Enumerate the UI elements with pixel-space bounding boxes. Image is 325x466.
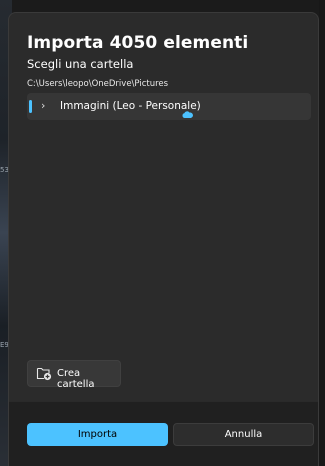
cancel-button[interactable]: Annulla (173, 423, 314, 446)
folder-path: C:\Users\leopo\OneDrive\Pictures (27, 79, 169, 89)
create-folder-button[interactable]: Crea cartella (27, 360, 121, 390)
dialog-footer: Importa Annulla (9, 401, 318, 466)
background-edge (319, 0, 325, 466)
create-folder-label: Crea cartella (57, 368, 95, 390)
import-dialog: Importa 4050 elementi Scegli una cartell… (8, 12, 319, 466)
tree-item-immagini[interactable]: › Immagini (Leo - Personale) (27, 93, 311, 120)
onedrive-cloud-icon (182, 103, 193, 122)
new-folder-icon (36, 366, 52, 385)
dialog-title: Importa 4050 elementi (27, 33, 249, 53)
import-button[interactable]: Importa (27, 423, 168, 446)
dialog-subtitle: Scegli una cartella (27, 57, 134, 71)
tree-item-label: Immagini (Leo - Personale) (60, 100, 201, 112)
selection-indicator (29, 100, 32, 113)
chevron-right-icon[interactable]: › (41, 99, 45, 112)
